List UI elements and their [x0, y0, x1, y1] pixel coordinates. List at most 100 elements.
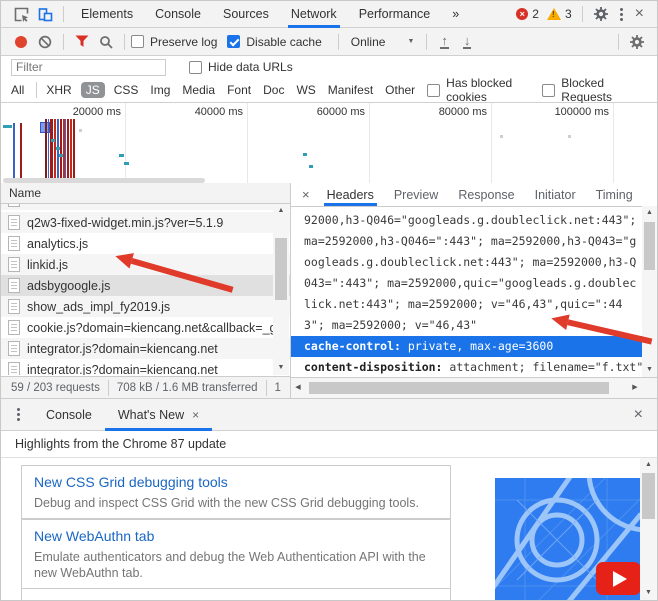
scroll-down-icon[interactable]: ▼: [640, 586, 657, 600]
export-har-icon[interactable]: ↓: [462, 34, 472, 49]
filter-type-ws[interactable]: WS: [296, 83, 315, 97]
filter-type-img[interactable]: Img: [150, 83, 170, 97]
document-icon: [8, 278, 20, 293]
table-row-selected[interactable]: adsbygoogle.js: [1, 275, 290, 296]
tab-network[interactable]: Network: [280, 1, 348, 28]
name-column-header[interactable]: Name: [1, 183, 290, 204]
filter-row: Hide data URLs: [1, 56, 657, 78]
scroll-left-icon[interactable]: ◀: [291, 378, 305, 398]
detail-scrollbar[interactable]: ▲ ▼: [642, 206, 657, 377]
preserve-log-checkbox[interactable]: [131, 35, 144, 48]
filter-type-manifest[interactable]: Manifest: [328, 83, 373, 97]
detail-horizontal-scrollbar[interactable]: ◀ ▶: [291, 377, 642, 398]
header-line-highlighted[interactable]: cache-control: private, max-age=3600: [291, 336, 642, 357]
document-icon: [8, 257, 20, 272]
divider: [337, 33, 339, 50]
drawer-menu-icon[interactable]: [10, 408, 27, 421]
tab-console[interactable]: Console: [144, 1, 212, 28]
drawer-tab-whats-new[interactable]: What's New ×: [104, 399, 213, 431]
filter-type-js[interactable]: JS: [80, 82, 105, 98]
close-detail-icon[interactable]: ×: [295, 187, 317, 202]
network-overview-timeline[interactable]: 20000 ms 40000 ms 60000 ms 80000 ms 1000…: [1, 103, 657, 184]
blocked-requests-checkbox[interactable]: [542, 83, 556, 97]
error-badge[interactable]: × 2: [516, 7, 539, 21]
divider: [107, 379, 109, 396]
device-toolbar-icon[interactable]: [36, 5, 54, 23]
scroll-up-icon[interactable]: ▲: [642, 206, 657, 220]
has-blocked-cookies-checkbox[interactable]: [427, 83, 441, 97]
whats-new-card: New CSS Grid debugging tools Debug and i…: [21, 465, 451, 519]
filter-type-doc[interactable]: Doc: [263, 83, 284, 97]
clear-icon[interactable]: [35, 32, 55, 52]
tab-performance[interactable]: Performance: [348, 1, 442, 28]
scroll-right-icon[interactable]: ▶: [628, 378, 642, 398]
tab-preview[interactable]: Preview: [384, 183, 448, 206]
tab-elements[interactable]: Elements: [70, 1, 144, 28]
filter-type-css[interactable]: CSS: [114, 83, 139, 97]
main-tab-bar: Elements Console Sources Network Perform…: [1, 1, 657, 28]
filter-input[interactable]: [11, 58, 166, 76]
more-tabs-button[interactable]: »: [441, 1, 470, 28]
scroll-up-icon[interactable]: ▲: [640, 458, 657, 472]
request-detail-panel: × Headers Preview Response Initiator Tim…: [291, 183, 657, 398]
timeline-label: 100000 ms: [554, 106, 609, 118]
disable-cache-checkbox[interactable]: [227, 35, 241, 48]
scroll-down-icon[interactable]: ▼: [642, 363, 657, 377]
request-name: integrator.js?domain=kiencang.net: [27, 362, 218, 376]
request-table: Name q2w3-fixed-widget.min.js?ver=5.1.9 …: [1, 183, 291, 398]
table-row[interactable]: integrator.js?domain=kiencang.net: [1, 359, 290, 375]
settings-gear-icon[interactable]: [592, 5, 610, 23]
document-icon: [8, 362, 20, 375]
table-row[interactable]: cookie.js?domain=kiencang.net&callback=_…: [1, 317, 290, 338]
card-title-link[interactable]: Move tools between top and bottom panel: [34, 596, 438, 600]
tab-response[interactable]: Response: [448, 183, 524, 206]
filter-type-all[interactable]: All: [11, 83, 24, 97]
scroll-down-icon[interactable]: ▼: [273, 361, 289, 375]
filter-funnel-icon[interactable]: [72, 32, 92, 52]
request-list-scrollbar[interactable]: ▲ ▼: [273, 204, 289, 375]
card-title-link[interactable]: New WebAuthn tab: [34, 527, 438, 546]
table-row[interactable]: q2w3-fixed-widget.min.js?ver=5.1.9: [1, 212, 290, 233]
close-devtools-button[interactable]: ×: [630, 5, 649, 23]
table-row[interactable]: integrator.js?domain=kiencang.net: [1, 338, 290, 359]
inspect-element-icon[interactable]: [12, 5, 30, 23]
resource-type-filter-row: All XHR JS CSS Img Media Font Doc WS Man…: [1, 76, 657, 104]
request-name: cookie.js?domain=kiencang.net&callback=_…: [27, 320, 287, 335]
record-icon[interactable]: [15, 35, 27, 48]
card-title-link[interactable]: New CSS Grid debugging tools: [34, 473, 438, 492]
drawer-tab-console[interactable]: Console: [33, 399, 105, 431]
tab-initiator[interactable]: Initiator: [525, 183, 586, 206]
filter-type-media[interactable]: Media: [182, 83, 215, 97]
scroll-up-icon[interactable]: ▲: [273, 204, 289, 218]
tab-headers[interactable]: Headers: [317, 183, 384, 206]
more-options-icon[interactable]: [613, 7, 630, 21]
chevron-down-icon: ▼: [407, 38, 415, 45]
error-icon: ×: [516, 8, 529, 20]
throttling-dropdown[interactable]: Online ▼: [345, 35, 421, 49]
filter-type-font[interactable]: Font: [227, 83, 251, 97]
close-tab-icon[interactable]: ×: [192, 408, 199, 422]
request-name: show_ads_impl_fy2019.js: [27, 299, 171, 314]
youtube-play-button[interactable]: [596, 562, 641, 595]
tab-sources[interactable]: Sources: [212, 1, 280, 28]
timeline-label: 60000 ms: [316, 106, 365, 118]
warning-badge[interactable]: ! 3: [546, 7, 572, 21]
request-name: analytics.js: [27, 236, 89, 251]
table-row[interactable]: analytics.js: [1, 233, 290, 254]
tab-timing[interactable]: Timing: [586, 183, 643, 206]
hide-data-urls-checkbox[interactable]: [189, 60, 202, 74]
search-icon[interactable]: [96, 32, 116, 52]
filter-type-other[interactable]: Other: [385, 83, 415, 97]
network-settings-gear-icon[interactable]: [627, 32, 647, 52]
table-row[interactable]: [1, 204, 290, 210]
import-har-icon[interactable]: ↑: [440, 34, 449, 49]
blocked-requests-label: Blocked Requests: [561, 76, 612, 104]
scrollbar-corner: [642, 377, 657, 398]
close-drawer-button[interactable]: ×: [629, 406, 648, 424]
filter-type-xhr[interactable]: XHR: [46, 83, 71, 97]
document-icon: [8, 204, 20, 207]
whats-new-scrollbar[interactable]: ▲ ▼: [640, 458, 657, 600]
warning-icon: !: [546, 8, 561, 20]
table-row[interactable]: show_ads_impl_fy2019.js: [1, 296, 290, 317]
divider: [63, 33, 64, 50]
